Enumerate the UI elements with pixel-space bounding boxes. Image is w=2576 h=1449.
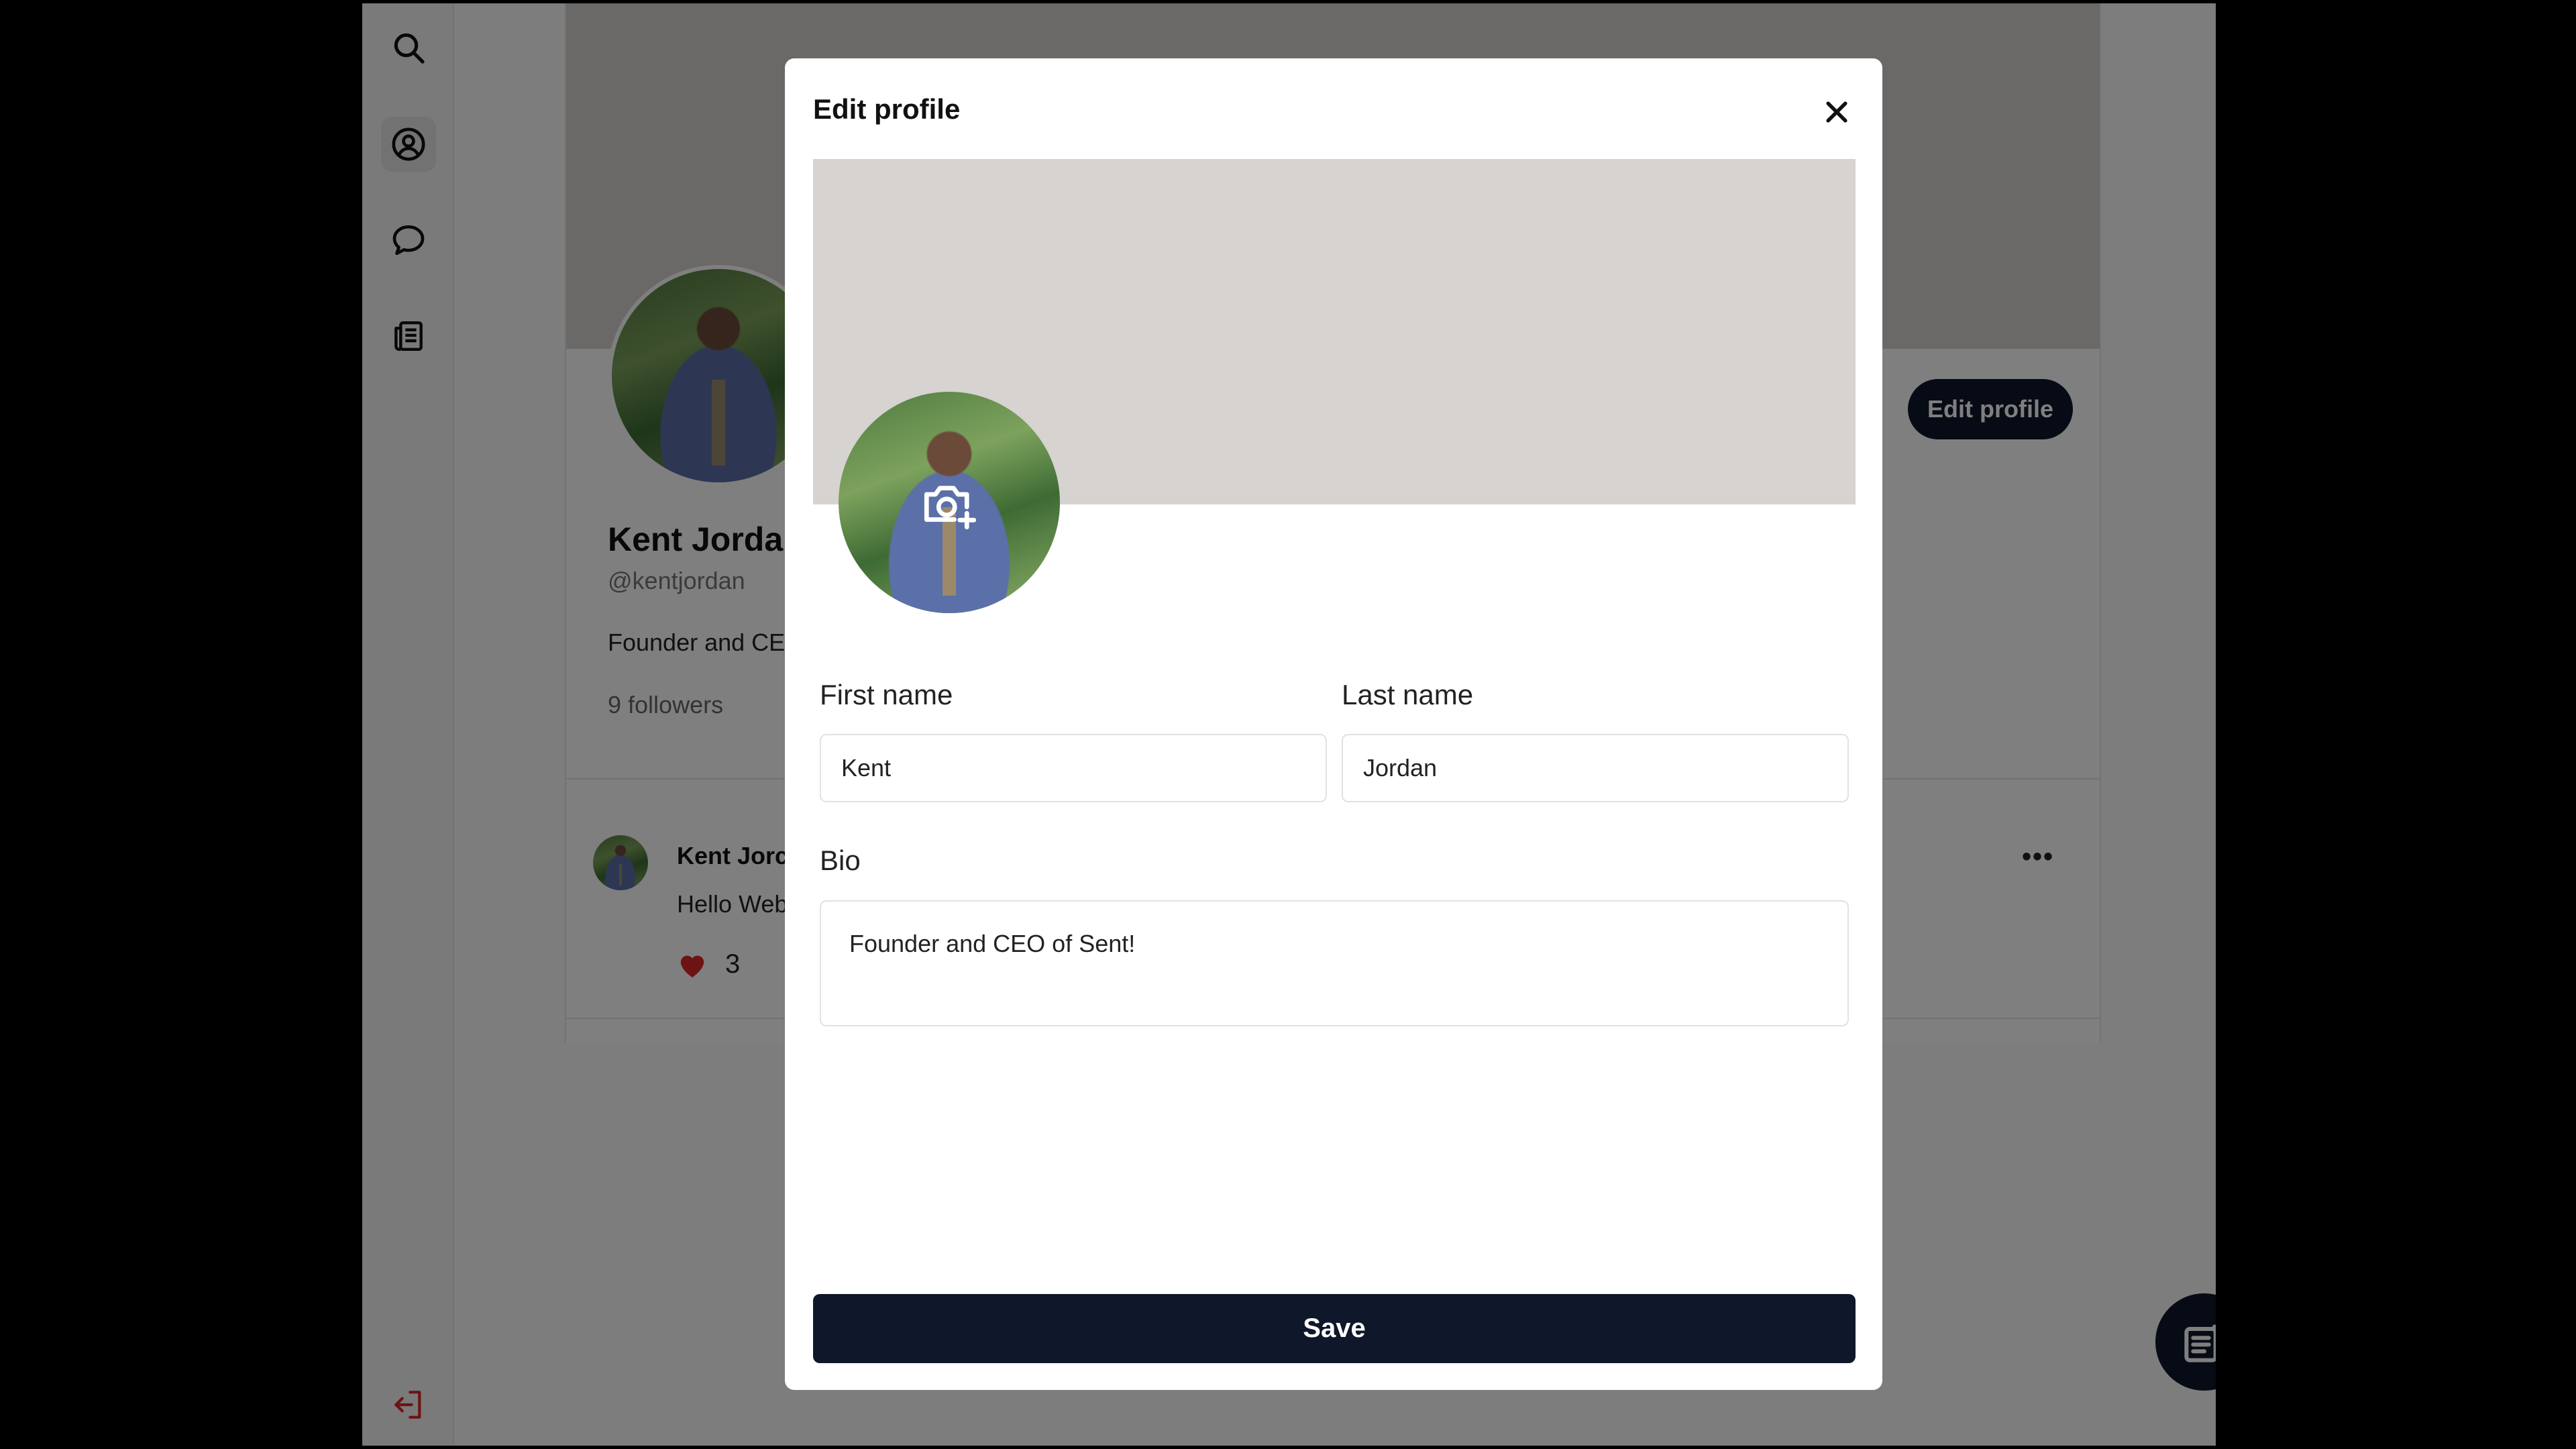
close-icon (1826, 101, 1847, 123)
first-name-input[interactable] (820, 734, 1327, 802)
camera-plus-icon[interactable] (919, 474, 979, 535)
bio-label: Bio (820, 845, 861, 876)
app-window: Kent Jorda @kentjordan Founder and CE 9 … (362, 3, 2216, 1446)
save-button[interactable]: Save (813, 1294, 1856, 1363)
last-name-input[interactable] (1342, 734, 1849, 802)
edit-profile-dialog: Edit profile First name Last name Bio Fo… (785, 58, 1882, 1390)
first-name-label: First name (820, 679, 953, 710)
dialog-title: Edit profile (813, 93, 961, 125)
close-button[interactable] (1817, 92, 1857, 132)
last-name-label: Last name (1342, 679, 1474, 710)
bio-input[interactable]: Founder and CEO of Sent! (820, 900, 1849, 1026)
